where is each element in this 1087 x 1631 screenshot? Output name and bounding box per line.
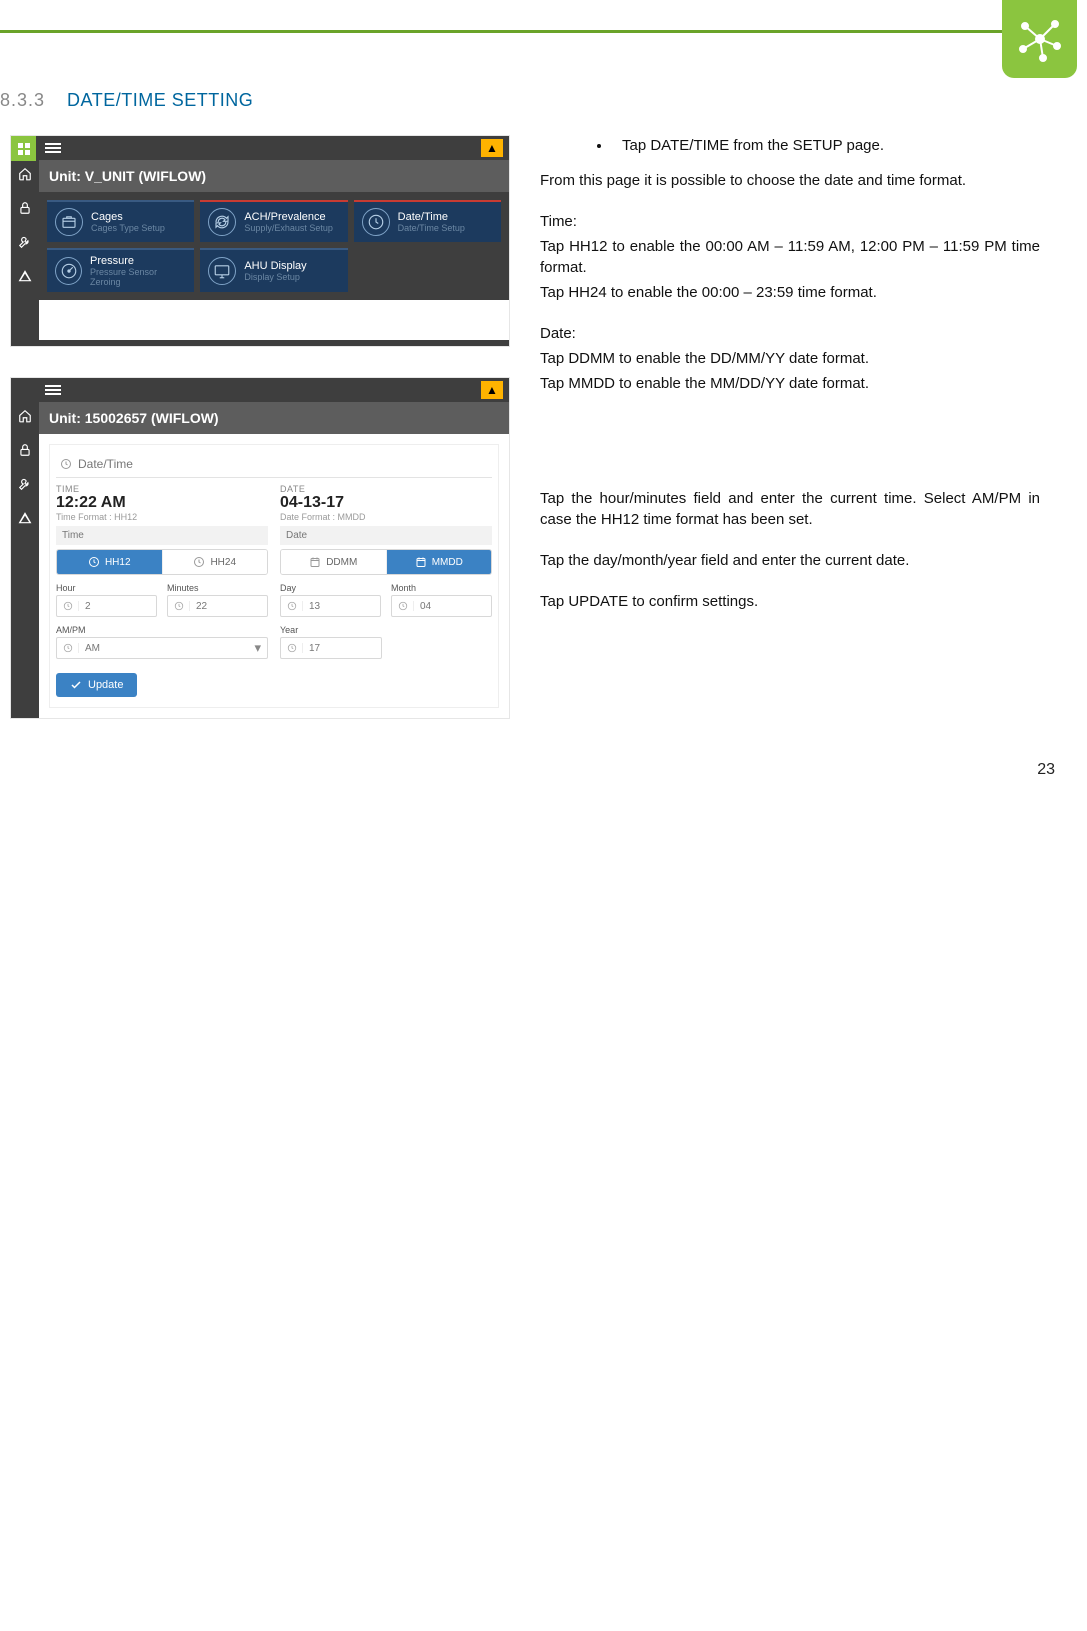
datetime-header: Date/Time [56,451,492,478]
instruction-text: Tap MMDD to enable the MM/DD/YY date for… [540,373,1040,394]
seg-label: HH12 [105,557,131,568]
year-label: Year [280,625,382,635]
time-value: 12:22 AM [56,494,268,512]
instruction-text: Time: [540,211,1040,232]
unit-title: Unit: 15002657 (WIFLOW) [39,402,509,434]
setup-tile-ahu-display[interactable]: AHU DisplayDisplay Setup [200,248,347,292]
tile-title: Date/Time [398,211,465,223]
instruction-text: Tap UPDATE to confirm settings. [540,591,1040,612]
seg-label: MMDD [432,557,463,568]
update-button-label: Update [88,679,123,691]
gauge-icon [55,257,82,285]
setup-tile-pressure[interactable]: PressurePressure Sensor Zeroing [47,248,194,292]
setup-tile-date-time[interactable]: Date/TimeDate/Time Setup [354,200,501,242]
home-icon[interactable] [17,408,33,424]
date-value: 04-13-17 [280,494,492,512]
app-logo-icon [11,136,36,161]
monitor-icon [208,257,236,285]
seg-label: DDMM [326,557,357,568]
screenshot-datetime: ▲ Unit: 15002657 (WIFLOW) Date/Time [10,377,510,719]
lock-icon[interactable] [17,442,33,458]
warning-icon[interactable] [17,510,33,526]
ampm-label: AM/PM [56,625,268,635]
instruction-text: Date: [540,323,1040,344]
ampm-select[interactable]: AM ▾ [56,637,268,659]
year-input[interactable]: 17 [280,637,382,659]
wrench-icon[interactable] [17,476,33,492]
minutes-label: Minutes [167,583,268,593]
clock-icon [362,208,390,236]
date-section-label: DATE [280,484,492,494]
home-icon[interactable] [17,166,33,182]
update-button[interactable]: Update [56,673,137,697]
refresh-icon [208,208,236,236]
hour-input[interactable]: 2 [56,595,157,617]
branding-icon [1002,0,1077,78]
month-input[interactable]: 04 [391,595,492,617]
warning-icon[interactable] [17,268,33,284]
tile-title: Cages [91,211,165,223]
instruction-text: Tap HH24 to enable the 00:00 – 23:59 tim… [540,282,1040,303]
instruction-text: Tap DDMM to enable the DD/MM/YY date for… [540,348,1040,369]
sidebar [11,136,39,346]
time-group-header: Time [56,526,268,545]
date-format-label: Date Format : MMDD [280,512,492,522]
hour-label: Hour [56,583,157,593]
unit-title: Unit: V_UNIT (WIFLOW) [39,160,509,192]
alert-badge[interactable]: ▲ [481,381,503,399]
menu-icon[interactable] [45,141,61,155]
menu-icon[interactable] [45,383,61,397]
tile-subtitle: Date/Time Setup [398,223,465,233]
time-format-label: Time Format : HH12 [56,512,268,522]
time-section-label: TIME [56,484,268,494]
tile-subtitle: Cages Type Setup [91,223,165,233]
instruction-text: Tap the hour/minutes field and enter the… [540,488,1040,530]
alert-badge[interactable]: ▲ [481,139,503,157]
datetime-header-label: Date/Time [78,457,133,471]
section-number: 8.3.3 [0,90,45,111]
box-icon [55,208,83,236]
chevron-down-icon: ▾ [248,640,267,656]
tile-title: Pressure [90,255,186,267]
instruction-text: Tap the day/month/year field and enter t… [540,550,1040,571]
tile-subtitle: Display Setup [244,272,306,282]
wrench-icon[interactable] [17,234,33,250]
seg-hh12[interactable]: HH12 [57,550,163,574]
seg-label: HH24 [210,557,236,568]
page-number: 23 [1037,761,1055,779]
setup-tile-ach-prevalence[interactable]: ACH/PrevalenceSupply/Exhaust Setup [200,200,347,242]
date-format-toggle[interactable]: DDMM MMDD [280,549,492,575]
day-label: Day [280,583,381,593]
time-format-toggle[interactable]: HH12 HH24 [56,549,268,575]
tile-title: AHU Display [244,260,306,272]
instruction-bullet: Tap DATE/TIME from the SETUP page. [612,135,1040,156]
day-input[interactable]: 13 [280,595,381,617]
sidebar [11,378,39,718]
tile-subtitle: Pressure Sensor Zeroing [90,267,186,287]
month-label: Month [391,583,492,593]
screenshot-setup: ▲ Unit: V_UNIT (WIFLOW) CagesCages Type … [10,135,510,347]
section-title: DATE/TIME SETTING [67,90,253,111]
seg-hh24[interactable]: HH24 [163,550,268,574]
header-rule [0,30,1007,33]
lock-icon[interactable] [17,200,33,216]
tile-title: ACH/Prevalence [244,211,333,223]
tile-subtitle: Supply/Exhaust Setup [244,223,333,233]
seg-mmdd[interactable]: MMDD [387,550,492,574]
instruction-text: From this page it is possible to choose … [540,170,1040,191]
seg-ddmm[interactable]: DDMM [281,550,387,574]
date-group-header: Date [280,526,492,545]
setup-tile-cages[interactable]: CagesCages Type Setup [47,200,194,242]
minutes-input[interactable]: 22 [167,595,268,617]
instruction-text: Tap HH12 to enable the 00:00 AM – 11:59 … [540,236,1040,278]
